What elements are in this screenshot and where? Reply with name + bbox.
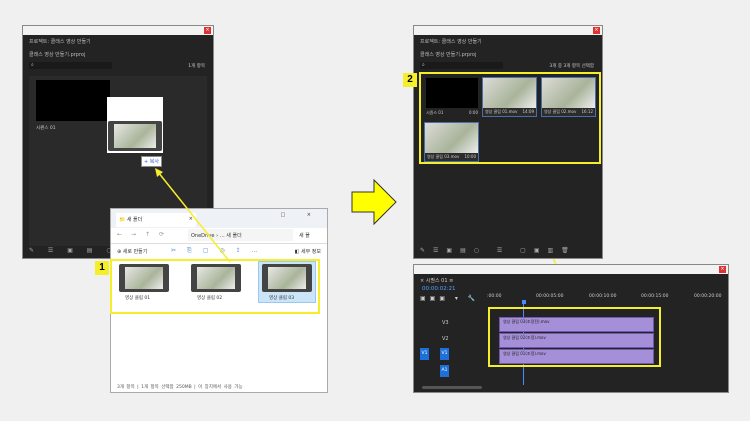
step-2-badge: 2 — [403, 73, 417, 87]
track-v3[interactable]: V3 — [442, 320, 449, 326]
ruler-label: 00:00:05:00 — [536, 294, 564, 299]
bottom-toolbar: ✎☰▣▤○ ☰ ▢▣▥🗑 — [420, 247, 577, 254]
ruler-label: :00:00 — [487, 294, 502, 299]
ruler-label: 00:00:15:00 — [641, 294, 669, 299]
ruler-label: 00:00:20:00 — [694, 294, 722, 299]
sequence-tab[interactable]: × 시퀀스 01 ≡ — [420, 277, 453, 284]
project-file: 클래스 영상 만들기.prproj — [420, 52, 477, 58]
highlight-box-2 — [419, 72, 601, 164]
ruler-label: 00:00:10:00 — [589, 294, 617, 299]
search-input[interactable]: ⌕ — [420, 62, 503, 69]
item-count: 3개 중 3개 항목 선택함 — [549, 64, 594, 69]
track-v1[interactable]: V1 — [440, 348, 449, 360]
horizontal-scrollbar[interactable] — [422, 386, 482, 389]
close-button[interactable]: × — [593, 27, 600, 34]
timeline-tools[interactable]: ▣▣▣ ▾ 🔧 — [420, 295, 479, 302]
track-a1[interactable]: A1 — [440, 365, 449, 377]
panel-title: 프로젝트: 클래스 영상 만들기 — [420, 39, 482, 45]
source-v1[interactable]: V1 — [420, 348, 429, 360]
track-v2[interactable]: V2 — [442, 336, 449, 342]
timecode[interactable]: 00:00:02:21 — [422, 286, 456, 292]
next-step-arrow-icon — [351, 178, 397, 226]
close-button[interactable]: × — [719, 266, 726, 273]
highlight-box-timeline — [488, 307, 661, 367]
